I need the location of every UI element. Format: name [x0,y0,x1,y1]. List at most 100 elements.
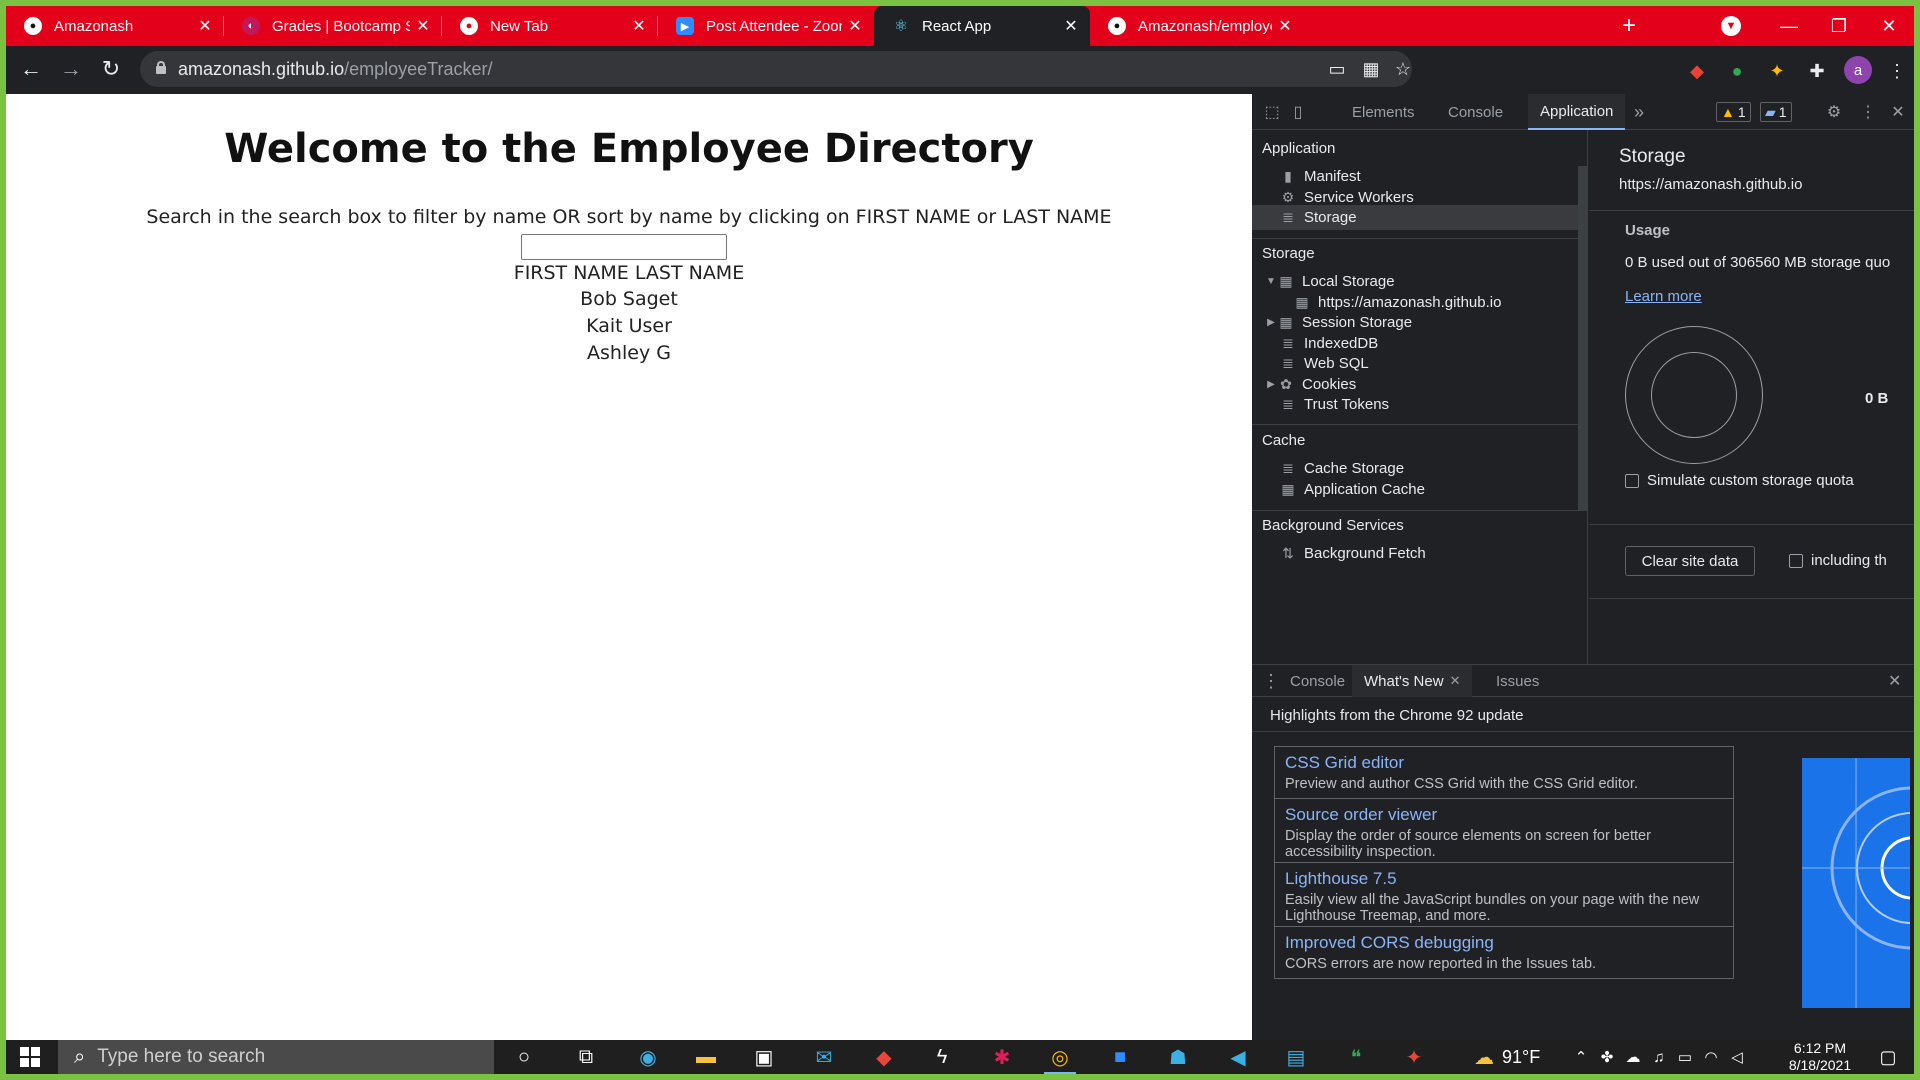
settings-gear-icon[interactable]: ⚙ [1824,102,1844,122]
close-icon[interactable]: ✕ [192,16,218,36]
tab-new-tab[interactable]: ● New Tab ✕ [442,6,658,46]
kebab-menu-icon[interactable]: ⋮ [1884,58,1910,84]
simulate-quota-checkbox[interactable] [1625,474,1639,488]
back-icon[interactable]: ← [14,52,48,86]
zoom-icon[interactable]: ■ [1098,1042,1142,1072]
app-bolt-icon[interactable]: ϟ [920,1042,964,1072]
github-icon: ● [24,17,42,35]
app-git-icon[interactable]: ✦ [1392,1042,1436,1072]
tray-app-icon[interactable]: ✤ [1596,1046,1618,1068]
tab-search-icon[interactable]: ▼ [1706,6,1756,46]
taskbar-search-box[interactable]: ⌕ Type here to search [58,1040,494,1074]
volume-icon[interactable]: ◁ [1726,1046,1748,1068]
message-badge[interactable]: ▰ 1 [1760,102,1792,122]
weather-widget[interactable]: ☁ 91°F [1474,1045,1540,1070]
sidebar-item-background-fetch[interactable]: ⇅ Background Fetch [1252,541,1587,566]
extension-icon[interactable]: ◆ [1684,58,1710,84]
close-icon[interactable]: ✕ [626,16,652,36]
close-icon[interactable]: ✕ [410,16,436,36]
slack-icon[interactable]: ✱ [980,1042,1024,1072]
database-icon: ≣ [1282,209,1294,225]
app-diamond-icon[interactable]: ◆ [862,1042,906,1072]
new-tab-button[interactable]: + [1614,6,1644,46]
inspect-icon[interactable]: ⬚ [1262,102,1282,122]
wifi-icon[interactable]: ◠ [1700,1046,1722,1068]
tab-github-repo[interactable]: ● Amazonash/employeeTrack ✕ [1090,6,1304,46]
minimize-icon[interactable]: — [1764,6,1814,46]
sidebar-item-application-cache[interactable]: ▦ Application Cache [1252,477,1587,502]
sidebar-item-trust-tokens[interactable]: ≣ Trust Tokens [1252,392,1587,417]
maximize-icon[interactable]: ❐ [1814,6,1864,46]
device-toggle-icon[interactable]: ▯ [1288,102,1308,122]
message-icon: ▰ [1765,103,1776,120]
tab-console[interactable]: Console [1448,94,1503,130]
chevron-down-icon[interactable]: ▼ [1264,276,1278,287]
sidebar-item-storage[interactable]: ≣ Storage [1252,205,1587,230]
whats-new-card[interactable]: CSS Grid editor Preview and author CSS G… [1274,746,1734,799]
tab-grades[interactable]: ◐ Grades | Bootcamp Spot ✕ [224,6,442,46]
learn-more-link[interactable]: Learn more [1625,288,1702,305]
mail-icon[interactable]: ✉ [802,1042,846,1072]
url-text[interactable]: amazonash.github.io/employeeTracker/ [178,59,493,80]
windows-start-icon[interactable] [6,1040,54,1074]
bookmark-star-icon[interactable]: ☆ [1390,56,1416,82]
sidebar-scrollbar[interactable] [1578,166,1587,511]
close-drawer-icon[interactable]: ✕ [1888,665,1901,697]
including-checkbox[interactable] [1789,554,1803,568]
chevron-right-icon[interactable]: ▶ [1264,317,1278,328]
whats-new-card[interactable]: Improved CORS debugging CORS errors are … [1274,926,1734,979]
system-clock[interactable]: 6:12 PM 8/18/2021 [1772,1040,1868,1074]
vscode-icon[interactable]: ◀ [1216,1042,1260,1072]
drawer-tab-issues[interactable]: Issues [1496,665,1539,697]
app-window-icon[interactable]: ▤ [1274,1042,1318,1072]
chevron-right-icon[interactable]: ▶ [1264,379,1278,390]
whats-new-card[interactable]: Source order viewer Display the order of… [1274,798,1734,867]
battery-icon[interactable]: ▭ [1674,1046,1696,1068]
extension-icon[interactable]: ● [1724,58,1750,84]
drawer-tab-whats-new[interactable]: What's New ✕ [1352,665,1473,697]
app-people-icon[interactable]: ☗ [1156,1042,1200,1072]
hangouts-icon[interactable]: ❝ [1334,1042,1378,1072]
kebab-menu-icon[interactable]: ⋮ [1858,102,1878,122]
first-name-header[interactable]: FIRST NAME [514,262,629,284]
chrome-icon[interactable]: ◎ [1038,1042,1082,1074]
show-hidden-icons-icon[interactable]: ⌃ [1570,1046,1592,1068]
forward-icon[interactable]: → [54,52,88,86]
address-bar[interactable]: amazonash.github.io/employeeTracker/ ▭ ▦… [140,51,1412,87]
tab-react-app[interactable]: ⚛ React App ✕ [874,6,1090,46]
cast-icon[interactable]: ▭ [1324,56,1350,82]
whats-new-card[interactable]: Lighthouse 7.5 Easily view all the JavaS… [1274,862,1734,931]
avatar[interactable]: a [1844,56,1872,84]
warning-badge[interactable]: ▲ 1 [1716,102,1751,122]
search-input[interactable] [521,234,727,260]
drawer-menu-icon[interactable]: ⋮ [1262,665,1280,697]
clear-site-data-button[interactable]: Clear site data [1625,546,1755,576]
tab-amazonash[interactable]: ● Amazonash ✕ [6,6,224,46]
close-window-icon[interactable]: ✕ [1864,6,1914,46]
store-icon[interactable]: ▣ [742,1042,786,1072]
more-tabs-icon[interactable]: » [1634,94,1644,130]
edge-icon[interactable]: ◉ [626,1042,670,1072]
tab-application[interactable]: Application [1528,94,1626,130]
close-icon[interactable]: ✕ [1058,16,1084,36]
qr-icon[interactable]: ▦ [1358,56,1384,82]
devtools-drawer: ⋮ Console What's New ✕ Issues ✕ Highlight… [1252,664,1914,1040]
tab-title: React App [922,17,992,35]
reload-icon[interactable]: ↻ [94,52,128,86]
close-icon[interactable]: ✕ [1450,673,1461,689]
file-explorer-icon[interactable]: ▬ [684,1042,728,1072]
drawer-tab-console[interactable]: Console [1290,665,1345,697]
puzzle-icon[interactable]: ✚ [1804,58,1830,84]
cloud-sync-icon[interactable]: ☁ [1622,1046,1644,1068]
notification-center-icon[interactable]: ▢ [1868,1040,1908,1074]
last-name-header[interactable]: LAST NAME [635,262,744,284]
tab-zoom[interactable]: ▶ Post Attendee - Zoom ✕ [658,6,874,46]
task-view-icon[interactable]: ⧉ [564,1042,608,1072]
close-icon[interactable]: ✕ [842,16,868,36]
close-devtools-icon[interactable]: ✕ [1888,102,1908,122]
cortana-icon[interactable]: ○ [502,1042,546,1072]
close-icon[interactable]: ✕ [1272,16,1298,36]
microphone-icon[interactable]: ♫ [1648,1046,1670,1068]
tab-elements[interactable]: Elements [1352,94,1415,130]
color-picker-icon[interactable]: ✦ [1764,58,1790,84]
